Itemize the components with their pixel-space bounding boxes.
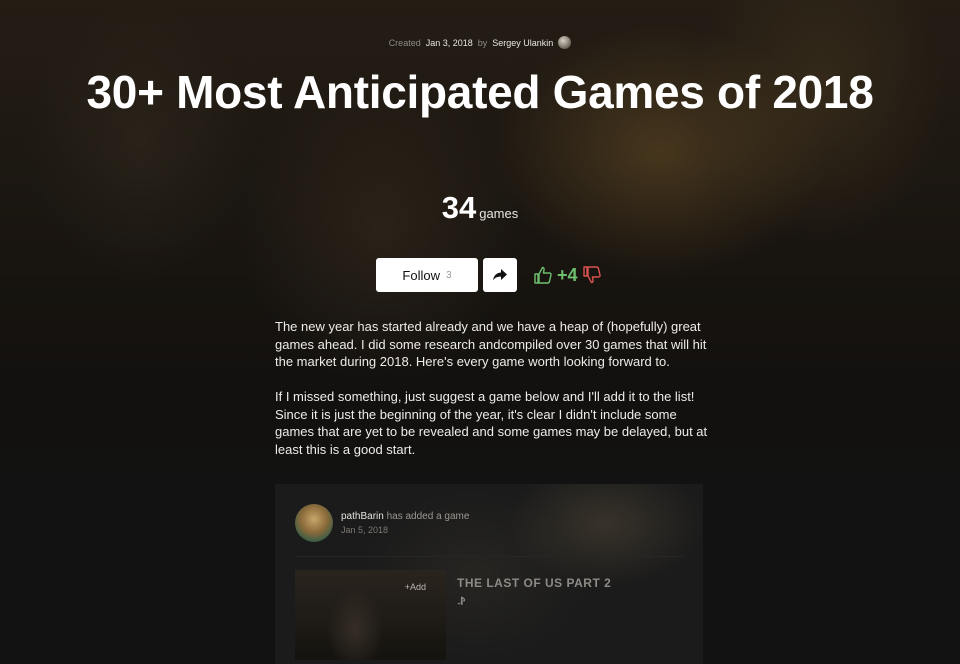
games-count: 34 games — [0, 190, 960, 226]
games-count-number: 34 — [441, 190, 477, 225]
activity-action: has added a game — [386, 511, 470, 522]
created-label: Created — [388, 37, 421, 48]
activity-card: pathBarin has added a game Jan 5, 2018 +… — [275, 484, 703, 664]
author-avatar[interactable] — [558, 36, 572, 49]
add-game-button[interactable]: +Add — [405, 582, 426, 592]
activity-line: pathBarin has added a game — [341, 511, 469, 522]
thumbs-up-icon[interactable] — [533, 265, 553, 285]
description-paragraph: If I missed something, just suggest a ga… — [275, 389, 708, 457]
by-label: by — [477, 37, 488, 48]
add-label: Add — [409, 582, 426, 592]
game-thumbnail[interactable]: +Add — [295, 570, 446, 660]
playstation-icon — [457, 596, 466, 605]
collection-description: The new year has started already and we … — [275, 318, 715, 476]
share-button[interactable] — [483, 258, 517, 292]
activity-header: pathBarin has added a game Jan 5, 2018 — [295, 504, 469, 542]
games-count-unit: games — [479, 206, 519, 221]
activity-date: Jan 5, 2018 — [341, 525, 389, 535]
user-avatar[interactable] — [295, 504, 333, 542]
collection-meta: Created Jan 3, 2018 by Sergey Ulankin — [0, 36, 960, 49]
divider — [295, 556, 683, 557]
collection-actions: Follow 3 +4 — [376, 258, 602, 292]
description-paragraph: The new year has started already and we … — [275, 319, 707, 369]
follow-label: Follow — [402, 267, 440, 283]
share-icon — [493, 269, 507, 281]
follow-count: 3 — [446, 269, 452, 281]
created-date: Jan 3, 2018 — [425, 37, 473, 48]
game-title[interactable]: THE LAST OF US PART 2 — [457, 576, 611, 590]
vote-controls: +4 — [533, 265, 602, 286]
author-link[interactable]: Sergey Ulankin — [492, 38, 553, 48]
thumbs-down-icon[interactable] — [582, 265, 602, 285]
page-title: 30+ Most Anticipated Games of 2018 — [86, 66, 874, 118]
vote-score: +4 — [557, 264, 578, 285]
follow-button[interactable]: Follow 3 — [376, 258, 478, 292]
activity-username[interactable]: pathBarin — [341, 511, 384, 522]
